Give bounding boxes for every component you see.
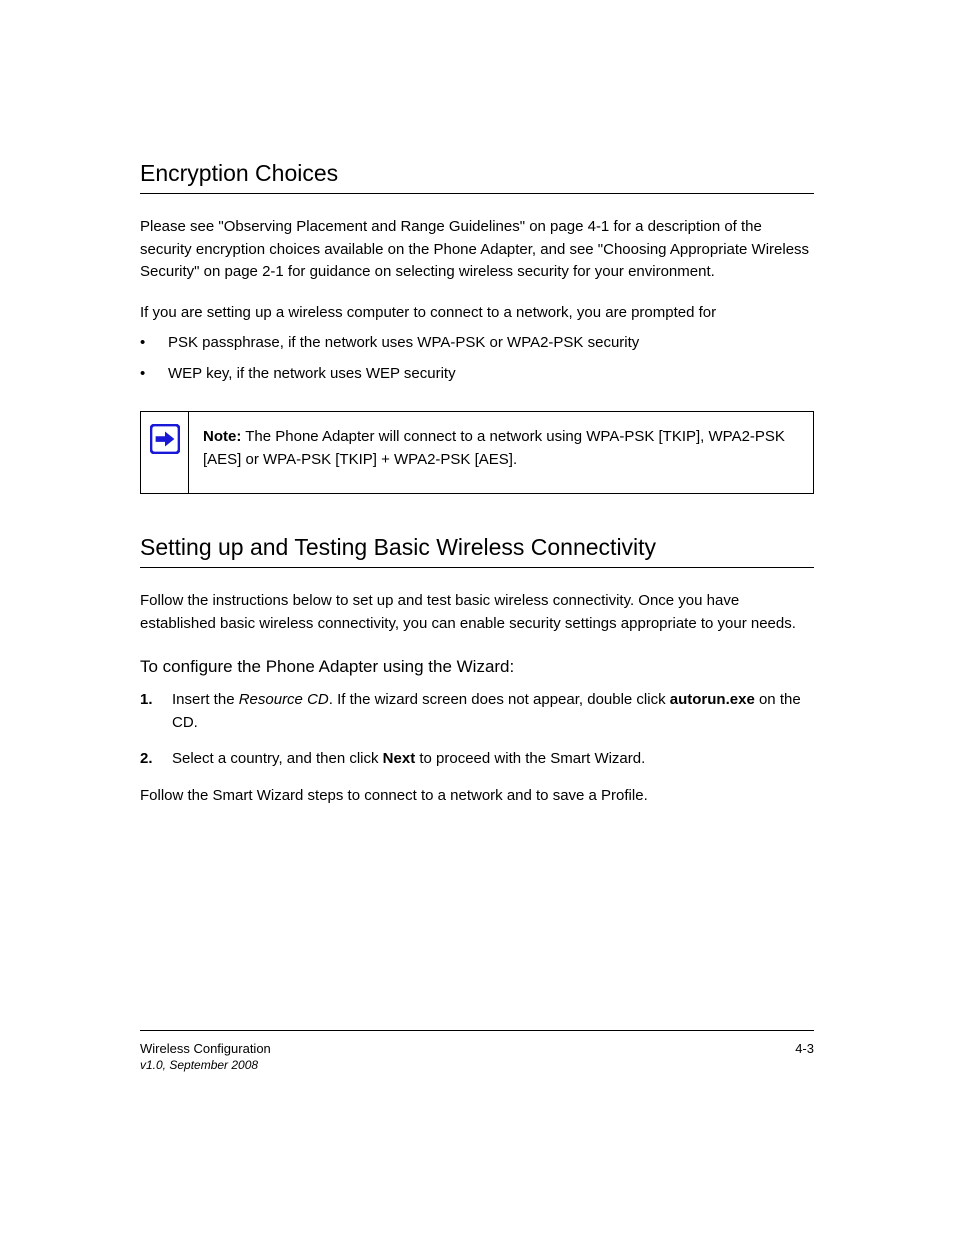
list-item: • WEP key, if the network uses WEP secur… [140, 363, 814, 386]
paragraph: Follow the Smart Wizard steps to connect… [140, 785, 814, 808]
page-footer: Wireless Configuration v1.0, September 2… [140, 1030, 814, 1072]
note-icon-cell [141, 412, 189, 493]
step-item: 1. Insert the Resource CD. If the wizard… [140, 689, 814, 734]
footer-section-title: Wireless Configuration [140, 1041, 271, 1056]
bullet-icon: • [140, 363, 168, 386]
note-text: Note: The Phone Adapter will connect to … [189, 412, 813, 493]
footer-version: v1.0, September 2008 [140, 1058, 271, 1072]
step-number: 2. [140, 748, 172, 771]
list-item: • PSK passphrase, if the network uses WP… [140, 332, 814, 355]
step-text: Insert the Resource CD. If the wizard sc… [172, 689, 814, 734]
paragraph: If you are setting up a wireless compute… [140, 302, 814, 325]
note-label: Note: [203, 428, 241, 445]
step-item: 2. Select a country, and then click Next… [140, 748, 814, 771]
heading-encryption-choices: Encryption Choices [140, 160, 814, 194]
note-body: The Phone Adapter will connect to a netw… [203, 428, 785, 468]
page-number: 4-3 [795, 1041, 814, 1072]
paragraph: Follow the instructions below to set up … [140, 590, 814, 635]
list-item-text: PSK passphrase, if the network uses WPA-… [168, 332, 814, 355]
arrow-right-icon [150, 424, 180, 454]
list-item-text: WEP key, if the network uses WEP securit… [168, 363, 814, 386]
note-box: Note: The Phone Adapter will connect to … [140, 411, 814, 494]
paragraph: Please see "Observing Placement and Rang… [140, 216, 814, 284]
subheading-configure-wizard: To configure the Phone Adapter using the… [140, 657, 814, 677]
step-text: Select a country, and then click Next to… [172, 748, 814, 771]
heading-setting-up-wireless: Setting up and Testing Basic Wireless Co… [140, 534, 814, 568]
bullet-icon: • [140, 332, 168, 355]
step-number: 1. [140, 689, 172, 734]
